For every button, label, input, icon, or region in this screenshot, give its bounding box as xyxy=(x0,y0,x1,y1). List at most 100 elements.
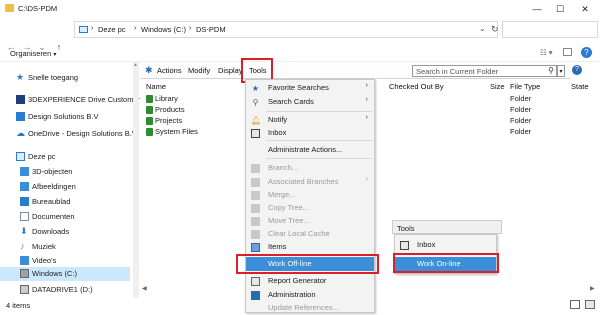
column-size[interactable]: Size xyxy=(490,82,505,91)
pane-divider[interactable]: ▲ xyxy=(133,62,139,298)
chevron-right-icon: › xyxy=(91,25,94,32)
desktop-icon xyxy=(20,197,29,206)
folder-icon xyxy=(146,117,153,125)
sidebar-item-deze-pc[interactable]: Deze pc xyxy=(0,150,130,164)
menu-item-merge[interactable]: Merge... xyxy=(246,188,374,202)
scroll-left-icon[interactable]: ◀ xyxy=(142,285,147,292)
menu-item-administrate-actions[interactable]: Administrate Actions... xyxy=(246,143,374,157)
breadcrumb-deze-pc[interactable]: Deze pc xyxy=(98,25,126,34)
actions-menu[interactable]: Actions xyxy=(157,66,182,75)
menu-item-label: Move Tree... xyxy=(268,216,310,225)
column-file-type[interactable]: File Type xyxy=(510,82,540,91)
sidebar-item-documenten[interactable]: Documenten xyxy=(0,210,130,224)
menu-item-items[interactable]: Items xyxy=(246,240,374,254)
sidebar-item-label: Downloads xyxy=(32,227,70,236)
column-name[interactable]: Name xyxy=(146,82,166,91)
column-state[interactable]: State xyxy=(571,82,589,91)
file-type: Folder xyxy=(510,94,532,103)
sidebar-item-videos[interactable]: Video's xyxy=(0,254,130,268)
pictures-icon xyxy=(20,182,29,191)
menu-item-favorite-searches[interactable]: ★ Favorite Searches › xyxy=(246,81,374,95)
menu-separator xyxy=(266,111,372,112)
scroll-right-icon[interactable]: ▶ xyxy=(590,285,595,292)
display-menu[interactable]: Display xyxy=(218,66,243,75)
refresh-icon[interactable]: ↻ xyxy=(491,24,499,35)
breadcrumb-windows-c[interactable]: Windows (C:) xyxy=(141,25,186,34)
explorer-search-input[interactable]: ↻ xyxy=(491,21,598,38)
sidebar-item-3dexperience-drive[interactable]: 3DEXPERIENCE Drive Customer xyxy=(0,93,140,107)
menu-item-label: Associated Branches xyxy=(268,177,339,186)
file-row[interactable]: Products xyxy=(146,105,241,115)
address-bar[interactable]: › Deze pc › Windows (C:) › DS-PDM ⌄ xyxy=(74,21,498,38)
file-row[interactable]: Library xyxy=(146,94,241,104)
file-row[interactable]: System Files xyxy=(146,127,241,137)
menu-item-label: Merge... xyxy=(268,190,296,199)
clear-cache-icon xyxy=(251,230,260,239)
sidebar-item-datadrive1[interactable]: DATADRIVE1 (D:) xyxy=(0,283,130,297)
building-icon xyxy=(16,112,25,121)
file-type: Folder xyxy=(510,105,532,114)
chevron-down-icon[interactable]: ▾ xyxy=(557,65,565,77)
3dexperience-icon xyxy=(16,95,25,104)
pdm-logo-icon: ✱ xyxy=(145,65,153,75)
video-icon xyxy=(20,256,29,265)
drive-icon xyxy=(20,269,29,278)
maximize-button[interactable]: ☐ xyxy=(553,2,567,16)
chevron-right-icon: › xyxy=(189,25,192,32)
menu-item-report-generator[interactable]: Report Generator xyxy=(246,274,374,288)
menu-item-associated-branches[interactable]: Associated Branches › xyxy=(246,175,374,189)
pdm-search-input[interactable]: Search in Current Folder ⚲ xyxy=(412,65,557,77)
merge-icon xyxy=(251,191,260,200)
help-icon[interactable]: ? xyxy=(581,47,592,58)
search-icon[interactable]: ⚲ xyxy=(548,66,554,75)
details-view-icon[interactable] xyxy=(570,300,580,309)
column-checked-out-by[interactable]: Checked Out By xyxy=(389,82,444,91)
modify-menu[interactable]: Modify xyxy=(188,66,210,75)
search-placeholder: Search in Current Folder xyxy=(416,67,499,76)
sidebar-item-onedrive[interactable]: ☁ OneDrive - Design Solutions B.V xyxy=(0,127,137,141)
organise-menu[interactable]: Organiseren ▾ xyxy=(10,49,56,58)
sidebar-item-label: 3DEXPERIENCE Drive Customer xyxy=(28,95,141,104)
sidebar-item-afbeeldingen[interactable]: Afbeeldingen xyxy=(0,180,130,194)
submenu-title: Tools xyxy=(397,224,415,233)
menu-item-label: Copy Tree... xyxy=(268,203,309,212)
file-type: Folder xyxy=(510,116,532,125)
sidebar-item-bureaublad[interactable]: Bureaublad xyxy=(0,195,130,209)
sidebar-item-3d-objecten[interactable]: 3D-objecten xyxy=(0,165,130,179)
sidebar-item-design-solutions[interactable]: Design Solutions B.V xyxy=(0,110,130,124)
copy-tree-icon xyxy=(251,204,260,213)
submenu-item-inbox[interactable]: Inbox xyxy=(395,238,496,252)
breadcrumb-ds-pdm[interactable]: DS-PDM xyxy=(196,25,226,34)
sidebar-item-label: Afbeeldingen xyxy=(32,182,76,191)
sidebar-item-label: Design Solutions B.V xyxy=(28,112,99,121)
sidebar-item-windows-c[interactable]: Windows (C:) xyxy=(0,267,130,281)
view-options-icon[interactable]: ☷ ▾ xyxy=(540,48,553,57)
star-icon: ★ xyxy=(16,72,25,82)
drive-icon xyxy=(20,285,29,294)
menu-item-move-tree[interactable]: Move Tree... xyxy=(246,214,374,228)
help-icon[interactable]: ? xyxy=(572,65,582,75)
chevron-right-icon: › xyxy=(365,82,368,89)
close-button[interactable]: ✕ xyxy=(578,2,592,16)
pane-icon[interactable] xyxy=(563,48,572,56)
scroll-up-icon[interactable]: ▲ xyxy=(133,62,138,68)
sidebar-item-snelle-toegang[interactable]: ★ Snelle toegang xyxy=(0,71,130,85)
sidebar-item-label: Deze pc xyxy=(28,152,56,161)
minimize-button[interactable]: — xyxy=(530,2,544,16)
menu-item-notify[interactable]: 🔔︎ Notify › xyxy=(246,113,374,127)
menu-item-search-cards[interactable]: ⚲ Search Cards › xyxy=(246,95,374,109)
sidebar-item-label: Windows (C:) xyxy=(32,269,78,278)
folder-icon xyxy=(146,106,153,114)
menu-item-branch[interactable]: Branch... xyxy=(246,161,374,175)
large-icons-view-icon[interactable] xyxy=(585,300,595,309)
menu-item-clear-local-cache[interactable]: Clear Local Cache xyxy=(246,227,374,241)
file-row[interactable]: Projects xyxy=(146,116,241,126)
menu-item-label: Favorite Searches xyxy=(268,83,329,92)
menu-item-inbox[interactable]: Inbox xyxy=(246,126,374,140)
menu-item-copy-tree[interactable]: Copy Tree... xyxy=(246,201,374,215)
sidebar-item-downloads[interactable]: ⬇ Downloads xyxy=(0,225,130,239)
sidebar-item-muziek[interactable]: ♪ Muziek xyxy=(0,240,130,254)
chevron-down-icon[interactable]: ⌄ xyxy=(479,24,486,33)
chevron-right-icon: › xyxy=(365,176,368,183)
chevron-right-icon: › xyxy=(134,25,137,32)
